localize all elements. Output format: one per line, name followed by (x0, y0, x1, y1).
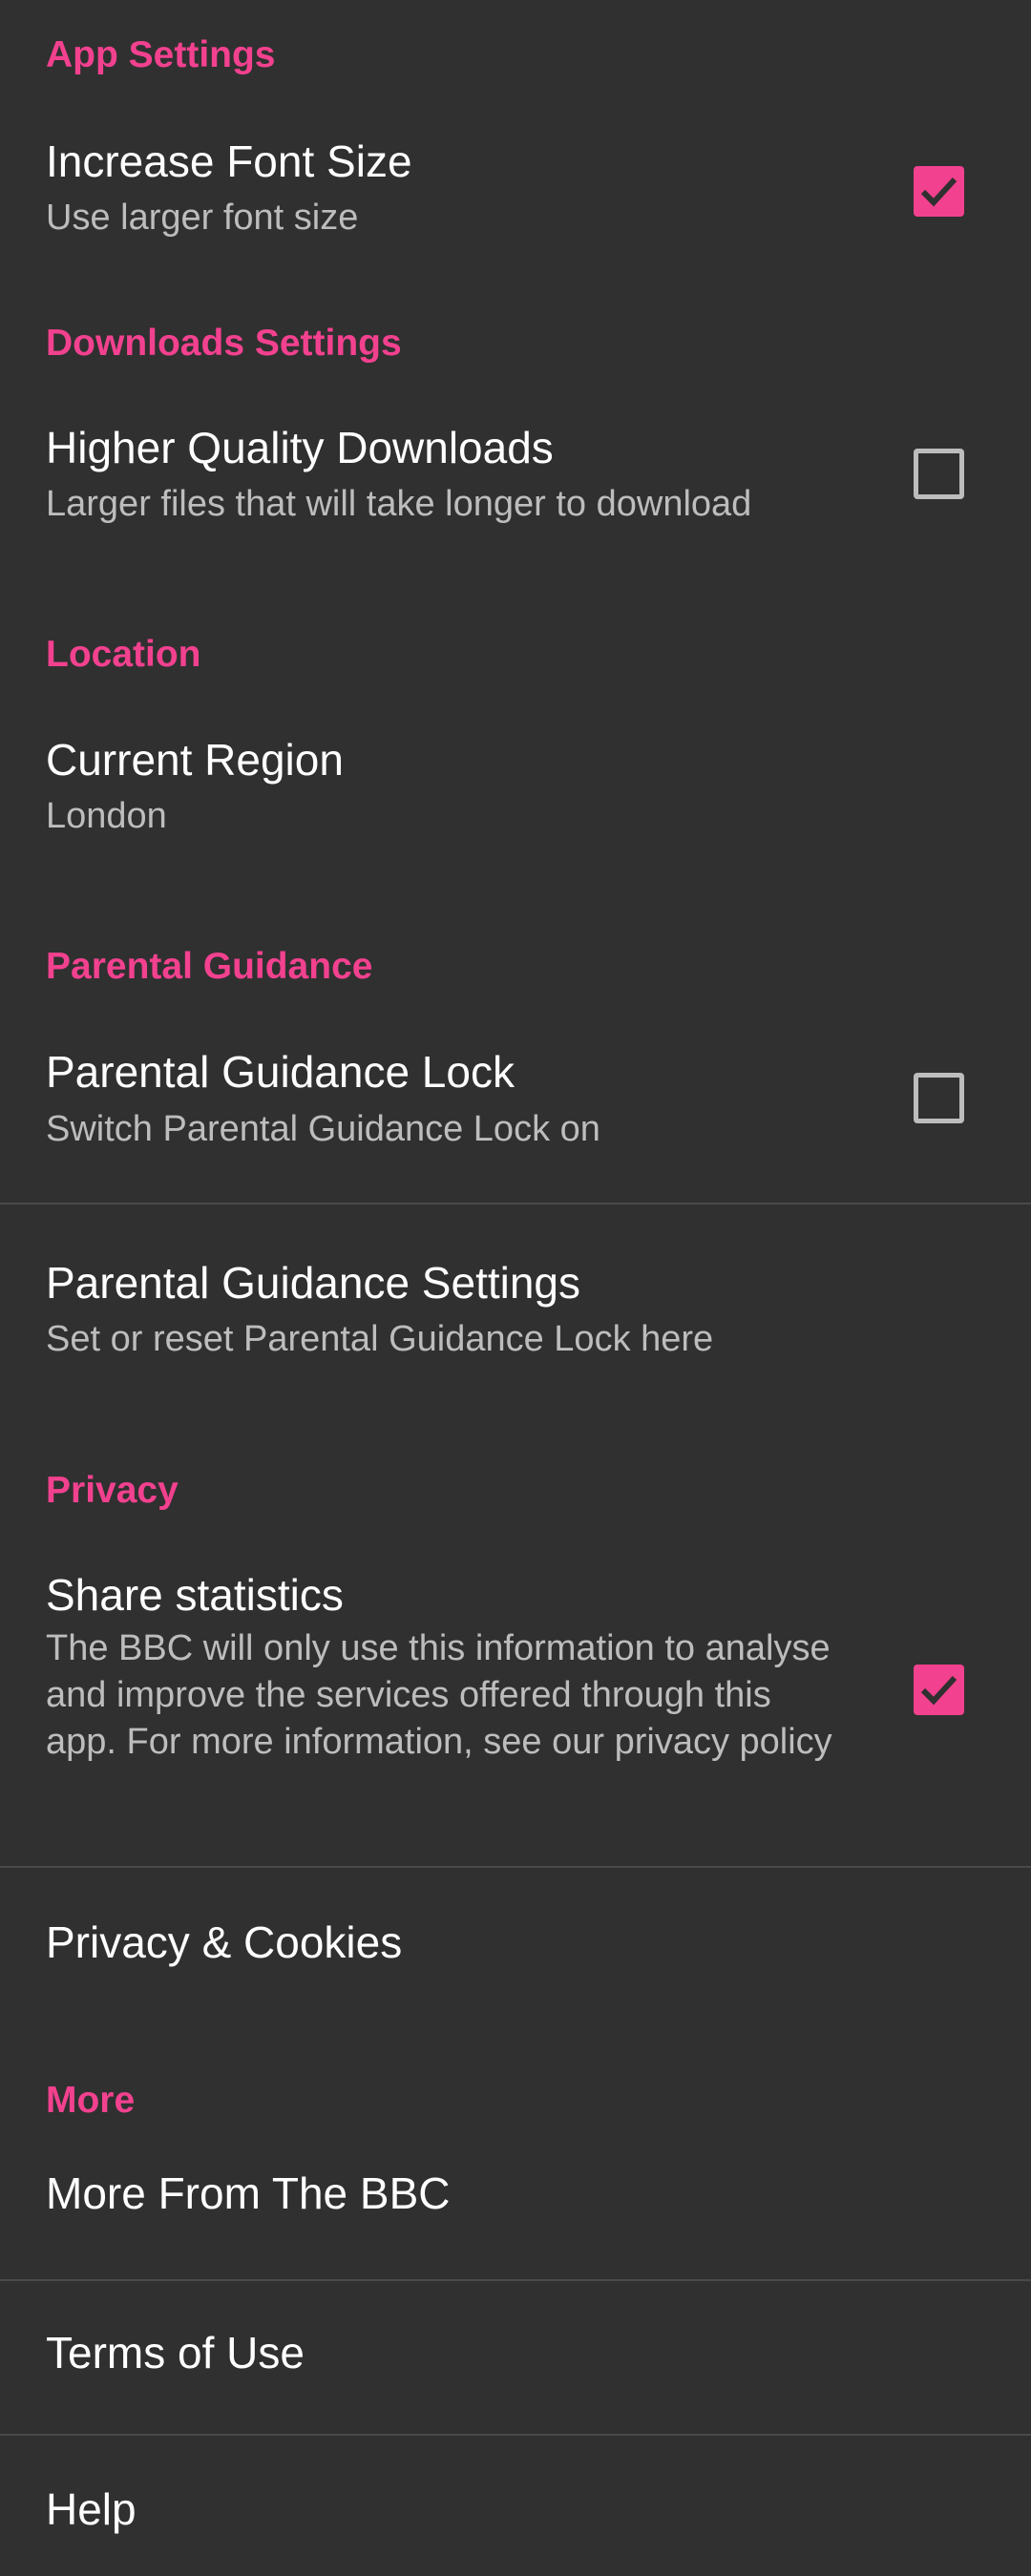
setting-subtitle: Switch Parental Guidance Lock on (46, 1109, 600, 1149)
checkbox-parental-guidance-lock[interactable] (914, 1073, 964, 1123)
checkmark-icon (920, 1675, 957, 1706)
setting-subtitle: The BBC will only use this information t… (46, 1628, 832, 1762)
checkbox-higher-quality-downloads[interactable] (914, 449, 964, 499)
setting-title: Parental Guidance Settings (46, 1258, 581, 1308)
section-header-parental-guidance: Parental Guidance (46, 946, 373, 987)
setting-title: Increase Font Size (46, 136, 412, 186)
section-header-more: More (46, 2080, 136, 2121)
setting-title: Higher Quality Downloads (46, 423, 554, 472)
setting-share-statistics[interactable]: Share statistics The BBC will only use t… (0, 1556, 1031, 1866)
link-privacy-cookies[interactable]: Privacy & Cookies (0, 1868, 1031, 2021)
setting-title: Terms of Use (46, 2328, 305, 2377)
setting-parental-guidance-lock[interactable]: Parental Guidance Lock Switch Parental G… (0, 1033, 1031, 1203)
setting-title: Help (46, 2484, 137, 2534)
setting-subtitle: Use larger font size (46, 198, 359, 238)
checkmark-icon (920, 177, 957, 207)
setting-subtitle: London (46, 796, 167, 836)
setting-increase-font-size[interactable]: Increase Font Size Use larger font size (0, 124, 1031, 258)
checkbox-share-statistics[interactable] (914, 1665, 964, 1715)
setting-parental-guidance-settings[interactable]: Parental Guidance Settings Set or reset … (0, 1204, 1031, 1386)
section-header-downloads: Downloads Settings (46, 323, 402, 364)
link-help[interactable]: Help (0, 2436, 1031, 2576)
setting-title: More From The BBC (46, 2168, 451, 2218)
section-header-privacy: Privacy (46, 1470, 179, 1511)
setting-title: Current Region (46, 735, 344, 785)
setting-subtitle: Larger files that will take longer to do… (46, 484, 752, 524)
link-terms-of-use[interactable]: Terms of Use (0, 2281, 1031, 2434)
link-more-from-bbc[interactable]: More From The BBC (0, 2147, 1031, 2279)
setting-subtitle: Set or reset Parental Guidance Lock here (46, 1319, 714, 1359)
section-header-location: Location (46, 634, 201, 675)
section-header-app-settings: App Settings (46, 34, 276, 75)
setting-title: Parental Guidance Lock (46, 1047, 515, 1097)
setting-higher-quality-downloads[interactable]: Higher Quality Downloads Larger files th… (0, 410, 1031, 554)
checkbox-increase-font-size[interactable] (914, 166, 964, 217)
setting-current-region[interactable]: Current Region London (0, 721, 1031, 864)
setting-title: Share statistics (46, 1570, 344, 1620)
setting-title: Privacy & Cookies (46, 1917, 403, 1967)
